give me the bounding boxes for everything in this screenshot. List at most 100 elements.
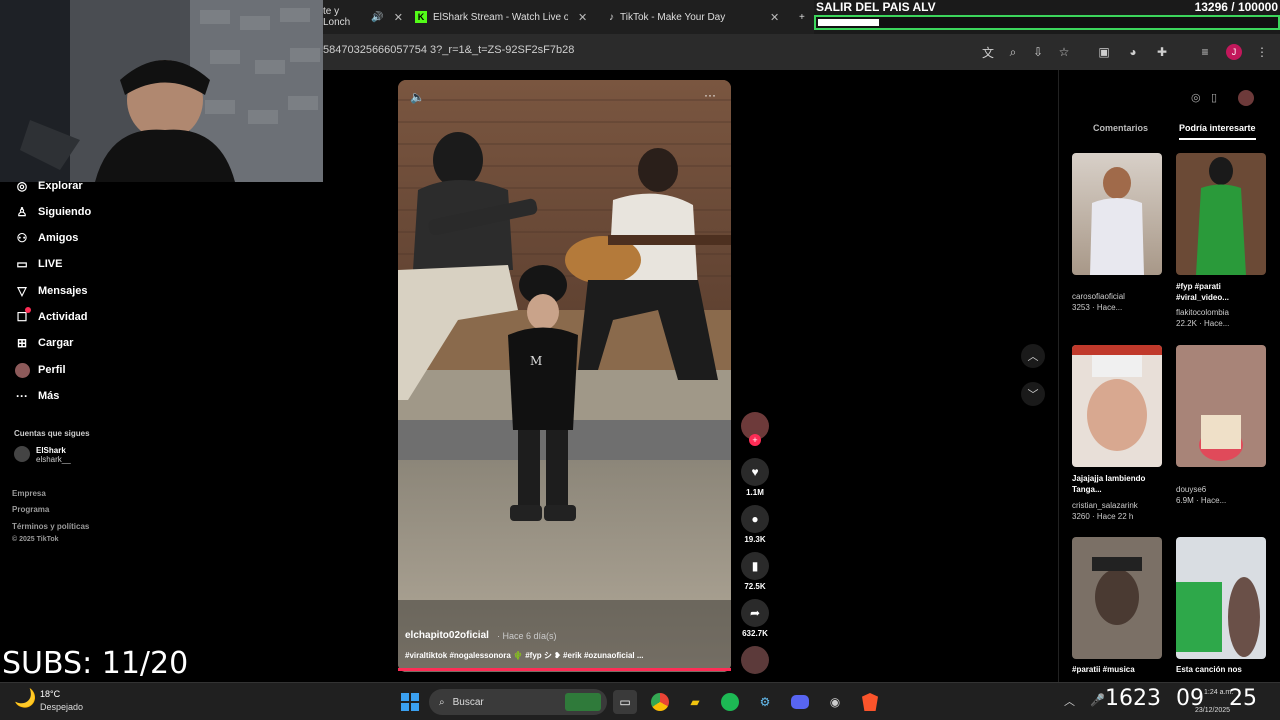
plus-icon: +: [799, 11, 805, 23]
tab-tiktok[interactable]: ♪ TikTok - Make Your Day ✕: [609, 4, 789, 30]
webcam-overlay: [0, 0, 323, 182]
rec-thumbnail[interactable]: [1176, 153, 1266, 275]
speaker-icon[interactable]: 🔊: [371, 12, 383, 23]
folder-icon[interactable]: ▰: [683, 690, 707, 714]
search-placeholder: Buscar: [452, 696, 484, 708]
tab-elshark-stream[interactable]: K ElShark Stream - Watch Live on ✕: [415, 4, 595, 30]
extension-logo-icon[interactable]: ◕: [1123, 42, 1143, 62]
video-username[interactable]: elchapito02oficial: [405, 630, 489, 641]
sidebar-item-amigos[interactable]: ⚇ Amigos: [13, 228, 79, 248]
close-icon[interactable]: ✕: [578, 11, 587, 24]
share-button[interactable]: ➦ 632.7K: [741, 599, 769, 638]
send-icon: ▽: [17, 284, 27, 298]
sidebar-item-label: Cargar: [38, 337, 74, 349]
video-options-icon[interactable]: ···: [704, 88, 716, 102]
rec-thumbnail-image: [1092, 557, 1142, 625]
tab-podria-interesarte[interactable]: Podría interesarte: [1179, 123, 1256, 133]
next-video-button[interactable]: ﹀: [1021, 382, 1045, 406]
activity-icon: ☐: [13, 307, 31, 325]
video-player[interactable]: M 🔈 ···: [398, 80, 731, 672]
profile-avatar[interactable]: J: [1224, 42, 1244, 62]
weather-icon[interactable]: 🌙: [14, 688, 36, 709]
rec-thumbnail[interactable]: [1176, 537, 1266, 659]
sidebar-item-label: Siguiendo: [38, 206, 92, 218]
discord-icon[interactable]: [788, 690, 812, 714]
panel-avatar[interactable]: [1238, 90, 1254, 106]
weather-temperature[interactable]: 18°C: [40, 689, 60, 699]
creator-avatar-button[interactable]: +: [741, 412, 769, 446]
windows-taskbar: 🌙 18°C Despejado ⌕ Buscar ▭ ▰ ⚙ ◉ ︿ 🎤 16…: [0, 682, 1280, 720]
rec-thumbnail[interactable]: [1072, 153, 1162, 275]
rec-thumbnail[interactable]: [1072, 537, 1162, 659]
comment-button[interactable]: ● 19.3K: [741, 505, 769, 544]
sidebar-item-siguiendo[interactable]: ♙ Siguiendo: [13, 202, 92, 222]
weather-description[interactable]: Despejado: [40, 702, 83, 712]
rec-username[interactable]: carosofiaoficial: [1072, 292, 1125, 301]
spotify-icon[interactable]: [718, 690, 742, 714]
rec-username[interactable]: cristian_salazarink: [1072, 501, 1138, 510]
tab-comentarios[interactable]: Comentarios: [1093, 123, 1148, 133]
sidebar-item-perfil[interactable]: Perfil: [13, 360, 66, 380]
settings-icon[interactable]: ◎: [1191, 91, 1201, 104]
media-icon[interactable]: ≡: [1195, 42, 1215, 62]
chrome-icon[interactable]: [648, 690, 672, 714]
rec-stat: 6.9M · Hace...: [1176, 496, 1227, 505]
following-account[interactable]: ElShark elshark__: [14, 446, 71, 464]
avatar-icon: [13, 362, 31, 378]
account-avatar: [14, 446, 30, 462]
sidebar-item-mas[interactable]: ··· Más: [13, 386, 59, 406]
new-tab-button[interactable]: +: [799, 4, 805, 30]
video-frame: M: [398, 80, 731, 672]
sidebar-item-mensajes[interactable]: ▽ Mensajes: [13, 281, 87, 301]
url-field[interactable]: 58470325666057754 3?_r=1&_t=ZS-92SF2sF7b…: [323, 44, 574, 56]
translate-icon[interactable]: 文: [978, 42, 998, 62]
puzzle-icon[interactable]: ✚: [1152, 42, 1172, 62]
follow-plus-icon[interactable]: +: [749, 434, 761, 446]
volume-icon[interactable]: 🔈: [410, 90, 425, 104]
rec-username[interactable]: douyse6: [1176, 485, 1206, 494]
chevron-up-icon: ︿: [1027, 351, 1039, 363]
shirt-logo: M: [530, 354, 542, 368]
video-progress-bar[interactable]: [398, 668, 731, 671]
windows-start-icon[interactable]: [398, 690, 422, 714]
sidebar-item-actividad[interactable]: ☐ Actividad: [13, 307, 88, 327]
tray-chevron-icon[interactable]: ︿: [1064, 693, 1075, 709]
video-hashtags[interactable]: #viraltiktok #nogalessonora 🌵 #fyp シ ❥ #…: [405, 650, 644, 661]
footer-link-programa[interactable]: Programa: [12, 505, 49, 514]
footer-link-terminos[interactable]: Términos y políticas: [12, 522, 89, 531]
like-button[interactable]: ♥ 1.1M: [741, 458, 769, 497]
previous-video-button[interactable]: ︿: [1021, 344, 1045, 368]
microphone-icon[interactable]: 🎤: [1090, 693, 1105, 707]
bookmark-star-icon[interactable]: ☆: [1054, 42, 1074, 62]
rec-title[interactable]: Esta canción nos: [1176, 664, 1242, 675]
rec-title[interactable]: #paratii #musica: [1072, 664, 1135, 675]
footer-link-empresa[interactable]: Empresa: [12, 489, 46, 498]
close-icon[interactable]: ✕: [394, 11, 403, 24]
extension-screen-icon[interactable]: ▣: [1094, 42, 1114, 62]
device-icon[interactable]: ▯: [1211, 91, 1217, 104]
zoom-icon[interactable]: ⌕: [1003, 42, 1023, 62]
bookmark-icon: ▮: [741, 552, 769, 580]
taskbar-search[interactable]: ⌕ Buscar: [429, 689, 607, 715]
close-icon[interactable]: ✕: [770, 11, 779, 24]
menu-dots-icon[interactable]: ⋮: [1252, 42, 1272, 62]
notification-dot: [25, 307, 31, 313]
obs-icon[interactable]: ◉: [823, 690, 847, 714]
steam-icon[interactable]: ⚙: [753, 690, 777, 714]
rec-username[interactable]: flakitocolombia: [1176, 308, 1229, 317]
rec-title[interactable]: Jajajajja lambiendo Tanga...: [1072, 473, 1167, 495]
install-icon[interactable]: ⇩: [1028, 42, 1048, 62]
rec-title[interactable]: #fyp #parati #viral_video...: [1176, 281, 1266, 303]
sidebar-item-live[interactable]: ▭ LIVE: [13, 254, 62, 274]
brave-icon[interactable]: [858, 690, 882, 714]
heart-icon: ♥: [741, 458, 769, 486]
rec-thumbnail[interactable]: [1176, 345, 1266, 467]
task-view-icon[interactable]: ▭: [613, 690, 637, 714]
sidebar-item-explorar[interactable]: ◎ Explorar: [13, 176, 83, 196]
music-disc-button[interactable]: [741, 646, 769, 674]
tab-previous[interactable]: te y Lonch 🔊 ✕: [323, 4, 403, 30]
save-button[interactable]: ▮ 72.5K: [741, 552, 769, 591]
sidebar-item-cargar[interactable]: ⊞ Cargar: [13, 333, 74, 353]
rec-thumbnail[interactable]: [1072, 345, 1162, 467]
goal-progress-fill: [818, 19, 879, 26]
